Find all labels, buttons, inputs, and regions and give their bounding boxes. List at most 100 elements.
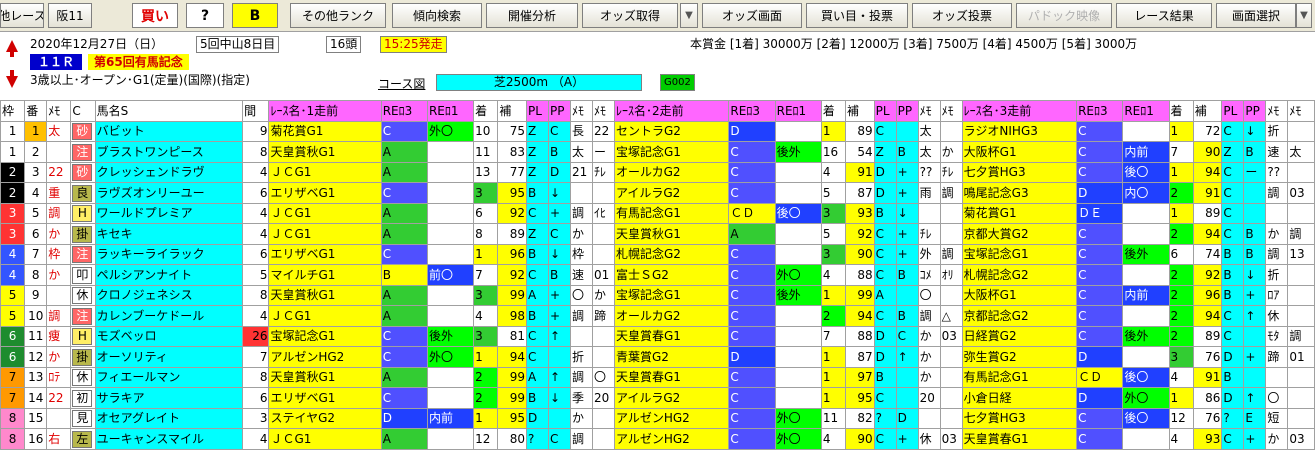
column-header[interactable]: 着	[1168, 100, 1194, 122]
toolbar-button-4[interactable]: B	[232, 3, 278, 28]
prev-race-arrow-icon[interactable]	[6, 40, 18, 57]
past-race-name[interactable]: 札幌記念G2	[961, 264, 1078, 286]
memo2-cell[interactable]	[939, 284, 963, 306]
horse-name-cell[interactable]: ペルシアンナイト	[94, 264, 244, 286]
memo2-cell[interactable]	[939, 120, 963, 142]
memo2-cell[interactable]: 調	[939, 243, 963, 265]
memo2-cell[interactable]: 〇	[591, 366, 615, 388]
memo2-cell[interactable]	[591, 243, 615, 265]
past-race-name[interactable]: ＪＣG1	[268, 223, 382, 245]
memo2-cell[interactable]: 調	[939, 182, 963, 204]
memo2-cell[interactable]: ー	[591, 141, 615, 163]
table-row[interactable]: 2 3 22 砂クレッシェンドラヴ 4 ＪＣG1 A 13 77 Z D 21 ﾁﾚ オールカG2 C 4 91…	[0, 161, 1315, 183]
horse-name-cell[interactable]: ラヴズオンリーユー	[94, 182, 244, 204]
memo2-cell[interactable]	[1287, 161, 1315, 183]
memo2-cell[interactable]: 調	[1287, 325, 1315, 347]
memo1-cell[interactable]: 調	[569, 202, 593, 224]
column-header[interactable]: ﾒﾓ	[591, 100, 615, 122]
column-header[interactable]: 補	[497, 100, 527, 122]
past-race-name[interactable]: アイルラG2	[613, 387, 730, 409]
memo-cell[interactable]: か	[46, 264, 72, 286]
column-header[interactable]: REﾛ3	[380, 100, 428, 122]
column-header[interactable]: 枠	[0, 100, 26, 122]
past-race-name[interactable]: 天皇賞秋G1	[268, 366, 382, 388]
past-race-name[interactable]: エリザベG1	[268, 387, 382, 409]
memo2-cell[interactable]	[591, 223, 615, 245]
column-header[interactable]: ﾒﾓ	[917, 100, 941, 122]
memo-cell[interactable]: 痩	[46, 325, 72, 347]
memo1-cell[interactable]: 休	[917, 428, 941, 450]
memo1-cell[interactable]: 調	[569, 428, 593, 450]
past-race-name[interactable]: 日経賞G2	[961, 325, 1078, 347]
memo1-cell[interactable]: 〇	[569, 284, 593, 306]
memo1-cell[interactable]: 季	[569, 387, 593, 409]
memo1-cell[interactable]: 枠	[569, 243, 593, 265]
column-header[interactable]: PL	[525, 100, 549, 122]
past-race-name[interactable]: アルゼンHG2	[613, 428, 730, 450]
horse-name-cell[interactable]: サラキア	[94, 387, 244, 409]
past-race-name[interactable]: 七夕賞HG3	[961, 407, 1078, 429]
past-race-name[interactable]: ステイヤG2	[268, 407, 382, 429]
table-row[interactable]: 8 15 見オセアグレイト 3 ステイヤG2 D 内前 1 95 D かアルゼンHG2 C 外〇 11 82…	[0, 407, 1315, 429]
memo2-cell[interactable]: 03	[1287, 182, 1315, 204]
horse-name-cell[interactable]: オセアグレイト	[94, 407, 244, 429]
table-row[interactable]: 3 5 調 H ワールドプレミア 4 ＪＣG1 A 6 92 C + 調ｲﾋ 有馬記念G1 ＣＤ 後〇 3 93 B…	[0, 202, 1315, 224]
memo2-cell[interactable]: △	[939, 305, 963, 327]
past-race-name[interactable]: 青葉賞G2	[613, 346, 730, 368]
memo1-cell[interactable]: か	[917, 366, 941, 388]
memo2-cell[interactable]: か	[939, 141, 963, 163]
table-row[interactable]: 1 1 太砂バビット 9 菊花賞G1 C 外〇 10 75 Z C 長 22 セントラG2 D 1 89 C 太ラジ…	[0, 120, 1315, 142]
horse-name-cell[interactable]: ブラストワンピース	[94, 141, 244, 163]
memo1-cell[interactable]: 調	[1265, 182, 1289, 204]
memo-cell[interactable]	[46, 284, 72, 306]
past-race-name[interactable]: 宝塚記念G1	[613, 284, 730, 306]
memo1-cell[interactable]: か	[1265, 428, 1289, 450]
past-race-name[interactable]: 富士ＳG2	[613, 264, 730, 286]
memo2-cell[interactable]: 03	[939, 325, 963, 347]
past-race-name[interactable]: 天皇賞秋G1	[268, 284, 382, 306]
memo2-cell[interactable]: 03	[939, 428, 963, 450]
past-race-name[interactable]: 京都記念G2	[961, 305, 1078, 327]
column-header[interactable]: 間	[242, 100, 270, 122]
past-race-name[interactable]: ラジオNIHG3	[961, 120, 1078, 142]
horse-name-cell[interactable]: キセキ	[94, 223, 244, 245]
memo-cell[interactable]: 枠	[46, 243, 72, 265]
memo1-cell[interactable]	[1265, 366, 1289, 388]
memo1-cell[interactable]: 〇	[1265, 387, 1289, 409]
column-header[interactable]: C	[70, 100, 96, 122]
column-header[interactable]: 馬名S	[94, 100, 244, 122]
column-header[interactable]: ﾒﾓ	[46, 100, 72, 122]
memo2-cell[interactable]: 蹄	[591, 305, 615, 327]
toolbar-button-2[interactable]: 買い	[132, 3, 178, 28]
table-row[interactable]: 6 12 か掛オーソリティ 7 アルゼンHG2 C 外〇 1 94 C 折青葉賞G2 D 1 87 D ↑ か弥…	[0, 346, 1315, 368]
memo-cell[interactable]: 太	[46, 120, 72, 142]
column-header[interactable]: ﾒﾓ	[1265, 100, 1289, 122]
toolbar-button-13[interactable]: パドック映像	[1016, 3, 1112, 28]
horse-name-cell[interactable]: バビット	[94, 120, 244, 142]
memo1-cell[interactable]	[569, 182, 593, 204]
memo1-cell[interactable]: 速	[1265, 141, 1289, 163]
memo2-cell[interactable]	[1287, 264, 1315, 286]
horse-name-cell[interactable]: オーソリティ	[94, 346, 244, 368]
memo-cell[interactable]: か	[46, 223, 72, 245]
memo2-cell[interactable]: 太	[1287, 141, 1315, 163]
past-race-name[interactable]: エリザベG1	[268, 243, 382, 265]
toolbar-button-12[interactable]: オッズ投票	[912, 3, 1012, 28]
memo1-cell[interactable]: か	[569, 407, 593, 429]
past-race-name[interactable]: 天皇賞春G1	[961, 428, 1078, 450]
memo-cell[interactable]: 調	[46, 305, 72, 327]
memo2-cell[interactable]	[939, 407, 963, 429]
column-header[interactable]: 着	[820, 100, 847, 122]
memo1-cell[interactable]	[569, 325, 593, 347]
memo2-cell[interactable]	[1287, 305, 1315, 327]
toolbar-button-0[interactable]: 他レース	[0, 3, 44, 28]
memo-cell[interactable]	[46, 407, 72, 429]
past-race-name[interactable]: 大阪杯G1	[961, 284, 1078, 306]
memo1-cell[interactable]: 速	[569, 264, 593, 286]
past-race-name[interactable]: 菊花賞G1	[961, 202, 1078, 224]
memo-cell[interactable]: 右	[46, 428, 72, 450]
past-race-name[interactable]: アイルラG2	[613, 182, 730, 204]
toolbar-button-1[interactable]: 阪11	[48, 3, 92, 28]
column-header[interactable]: REﾛ3	[1076, 100, 1124, 122]
memo-cell[interactable]: 調	[46, 202, 72, 224]
